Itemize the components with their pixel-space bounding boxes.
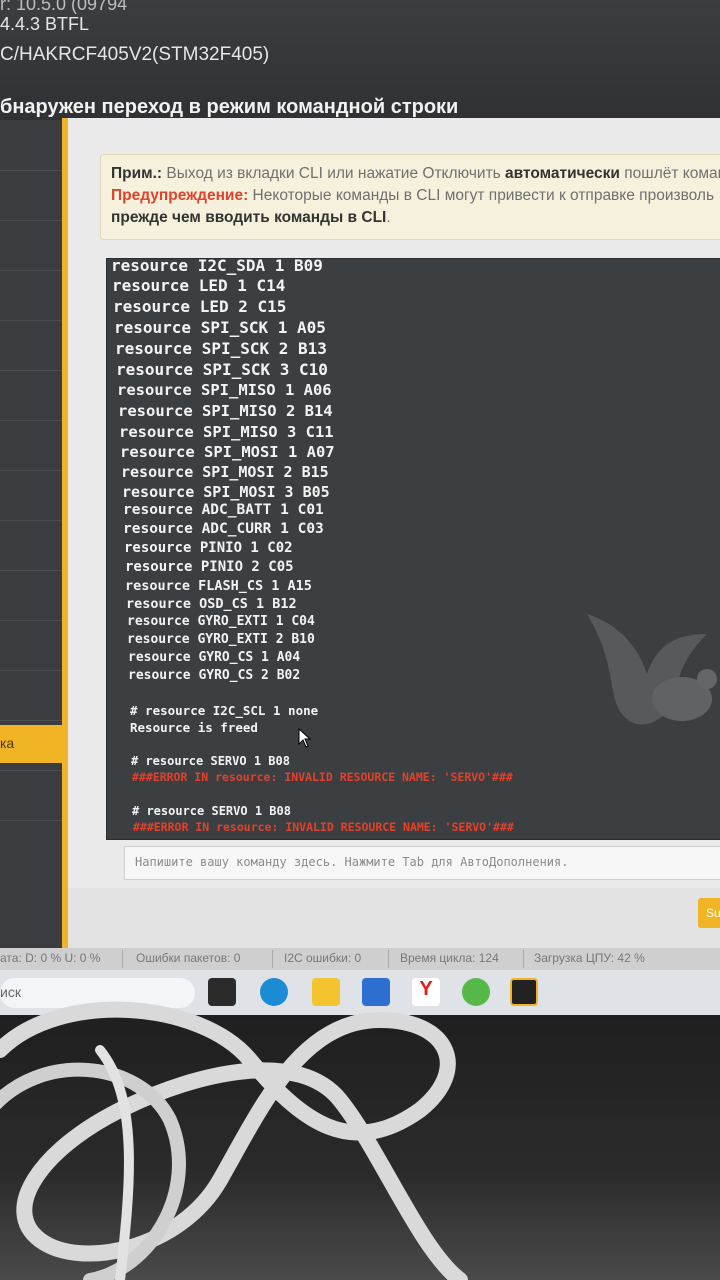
console-output-line: resource SPI_MOSI 2 B15 [121, 463, 329, 481]
console-command-line: # resource SERVO 1 B08 [131, 754, 290, 768]
console-output-line: resource SPI_SCK 1 A05 [114, 318, 326, 337]
sidebar-item[interactable] [0, 620, 62, 671]
cli-command-input[interactable]: Напишите вашу команду здесь. Нажмите Tab… [124, 846, 720, 880]
console-output-line: resource SPI_MISO 3 C11 [119, 423, 334, 441]
sidebar-item[interactable] [0, 420, 62, 471]
mouse-cursor-icon [298, 728, 312, 748]
note-bold: автоматически [505, 165, 620, 182]
status-divider [122, 950, 123, 968]
warning-text: Некоторые команды в CLI могут привести к… [248, 187, 715, 204]
sidebar-item-label: ка [0, 735, 15, 751]
sidebar-item[interactable] [0, 170, 62, 221]
status-bar: ата: D: 0 % U: 0 % Ошибки пакетов: 0 I2C… [0, 948, 720, 970]
sidebar-item[interactable] [0, 220, 62, 271]
console-output-line: resource SPI_SCK 2 B13 [115, 339, 327, 358]
console-output-line: resource GYRO_CS 1 A04 [128, 650, 301, 665]
console-output-line: Resource is freed [130, 720, 258, 735]
console-output-line: resource SPI_MISO 1 A06 [117, 381, 332, 399]
status-cycle-time: Время цикла: 124 [400, 951, 499, 965]
cli-notice: Прим.: Выход из вкладки CLI или нажатие … [100, 154, 720, 240]
console-output-line: resource FLASH_CS 1 A15 [125, 578, 312, 594]
board-name: C/HAKRCF405V2(STM32F405) [0, 44, 270, 65]
usb-cable [0, 1001, 468, 1280]
console-output-line: resource LED 1 C14 [112, 276, 286, 295]
notice-line3-bold: прежде чем вводить команды в CLI [111, 209, 387, 226]
sidebar [0, 120, 62, 950]
status-divider [523, 950, 524, 968]
status-data-usage: ата: D: 0 % U: 0 % [0, 951, 101, 965]
console-output-line: resource PINIO 2 C05 [125, 559, 294, 575]
console-output-line: resource SPI_MOSI 1 A07 [120, 443, 335, 461]
console-output-line: resource SPI_MISO 2 B14 [118, 402, 333, 420]
console-command-line: # resource I2C_SCL 1 none [130, 703, 319, 718]
notice-line3-tail: . [386, 209, 391, 226]
status-packet-errors: Ошибки пакетов: 0 [136, 951, 241, 965]
console-output-line: resource PINIO 1 C02 [124, 540, 293, 556]
firmware-build: 4.4.3 BTFL [0, 14, 90, 34]
sidebar-item[interactable] [0, 770, 62, 821]
console-output-line: resource GYRO_CS 2 B02 [128, 668, 301, 683]
status-divider [388, 950, 389, 968]
console-output-line: resource LED 2 C15 [113, 297, 287, 316]
window-header: r: 10.5.0 (09794 4.4.3 BTFL C/HAKRCF405V… [0, 0, 720, 120]
note-text: Выход из вкладки CLI или нажатие Отключи… [162, 165, 506, 182]
status-i2c-errors: I2C ошибки: 0 [284, 951, 362, 965]
console-output-line: resource SPI_MOSI 3 B05 [122, 483, 330, 501]
cli-mode-message: бнаружен переход в режим командной строк… [0, 96, 459, 118]
sidebar-item[interactable] [0, 320, 62, 371]
status-cpu-load: Загрузка ЦПУ: 42 % [534, 951, 645, 965]
cli-tab: Прим.: Выход из вкладки CLI или нажатие … [62, 118, 720, 953]
sidebar-item[interactable] [0, 270, 62, 321]
save-button[interactable]: Su [698, 898, 720, 928]
console-output-line: resource GYRO_EXTI 2 B10 [127, 632, 315, 647]
console-output-line: resource ADC_BATT 1 C01 [123, 502, 324, 518]
console-output-line: resource GYRO_EXTI 1 C04 [127, 614, 315, 629]
console-command-line: # resource SERVO 1 B08 [132, 804, 291, 818]
console-output-line: resource I2C_SDA 1 B09 [111, 258, 323, 275]
cli-footer: Su [68, 888, 720, 953]
console-output-line: resource OSD_CS 1 B12 [126, 596, 297, 612]
sidebar-item[interactable] [0, 570, 62, 621]
sidebar-item[interactable] [0, 520, 62, 571]
sidebar-item[interactable] [0, 370, 62, 421]
warning-label: Предупреждение: [111, 187, 249, 204]
cli-output[interactable]: resource I2C_SDA 1 B09 resource LED 1 C14… [106, 258, 720, 840]
note-tail: пошлёт коман [619, 165, 720, 182]
sidebar-item[interactable] [0, 120, 62, 171]
console-error-line: ###ERROR IN resource: INVALID RESOURCE N… [133, 820, 514, 834]
console-error-line: ###ERROR IN resource: INVALID RESOURCE N… [132, 770, 513, 784]
sidebar-item[interactable] [0, 470, 62, 521]
betaflight-logo-icon [587, 614, 717, 725]
status-divider [272, 950, 273, 968]
console-output-line: resource SPI_SCK 3 C10 [116, 360, 328, 379]
note-label: Прим.: [111, 165, 163, 182]
sidebar-item[interactable] [0, 670, 62, 721]
firmware-version: r: 10.5.0 (09794 [0, 0, 128, 14]
console-output-line: resource ADC_CURR 1 C03 [123, 521, 324, 537]
